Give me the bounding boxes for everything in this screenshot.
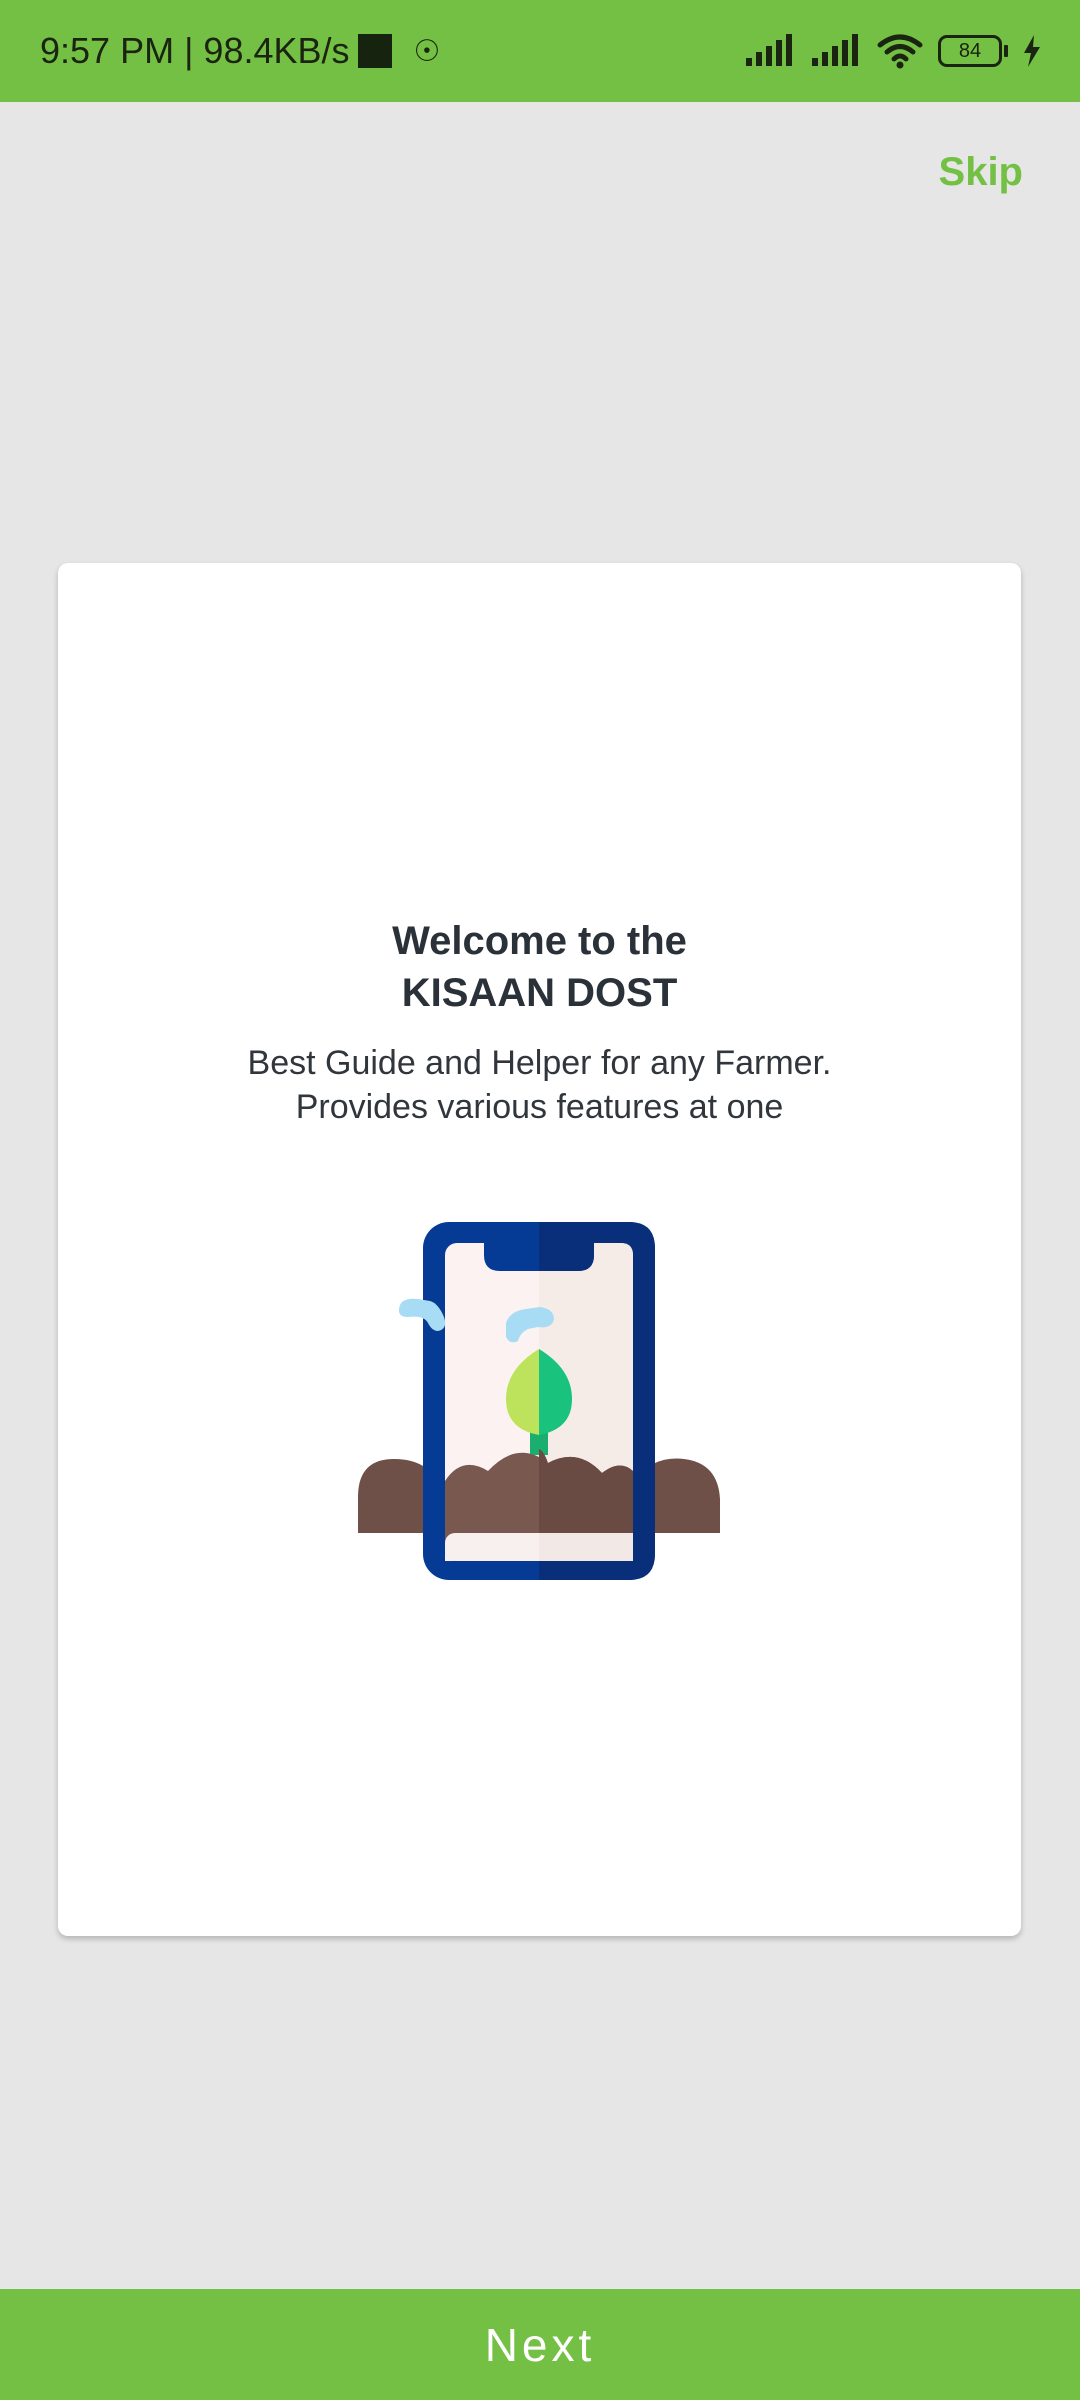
signal-icon bbox=[812, 34, 858, 66]
welcome-subtitle: Best Guide and Helper for any Farmer. Pr… bbox=[58, 1041, 1021, 1129]
notification-square-icon bbox=[357, 34, 392, 68]
next-button[interactable]: Next bbox=[0, 2289, 1080, 2400]
charging-icon bbox=[1024, 35, 1040, 67]
signal-icon bbox=[746, 34, 792, 66]
status-left: 9:57 PM | 98.4KB/s ☉ bbox=[40, 0, 440, 102]
welcome-title: Welcome to the KISAAN DOST bbox=[58, 915, 1021, 1019]
battery-level: 84 bbox=[938, 35, 1002, 67]
welcome-title-line1: Welcome to the bbox=[392, 919, 687, 963]
battery-tip bbox=[1004, 45, 1008, 57]
notification-icon: ☉ bbox=[413, 34, 441, 68]
status-time-speed: 9:57 PM | 98.4KB/s bbox=[40, 30, 350, 71]
subtitle-line1: Best Guide and Helper for any Farmer. bbox=[247, 1044, 832, 1082]
status-bar: 9:57 PM | 98.4KB/s ☉ 84 bbox=[0, 0, 1080, 102]
next-label: Next bbox=[484, 2318, 596, 2371]
subtitle-line2: Provides various features at one bbox=[295, 1088, 784, 1126]
phone-plant-icon bbox=[358, 1222, 720, 1580]
skip-button[interactable]: Skip bbox=[939, 150, 1023, 195]
wifi-icon bbox=[877, 34, 923, 69]
status-right: 84 bbox=[744, 0, 1042, 102]
onboarding-card: Welcome to the KISAAN DOST Best Guide an… bbox=[58, 563, 1021, 1936]
app-name: KISAAN DOST bbox=[401, 971, 678, 1015]
battery-icon: 84 bbox=[938, 35, 1008, 67]
